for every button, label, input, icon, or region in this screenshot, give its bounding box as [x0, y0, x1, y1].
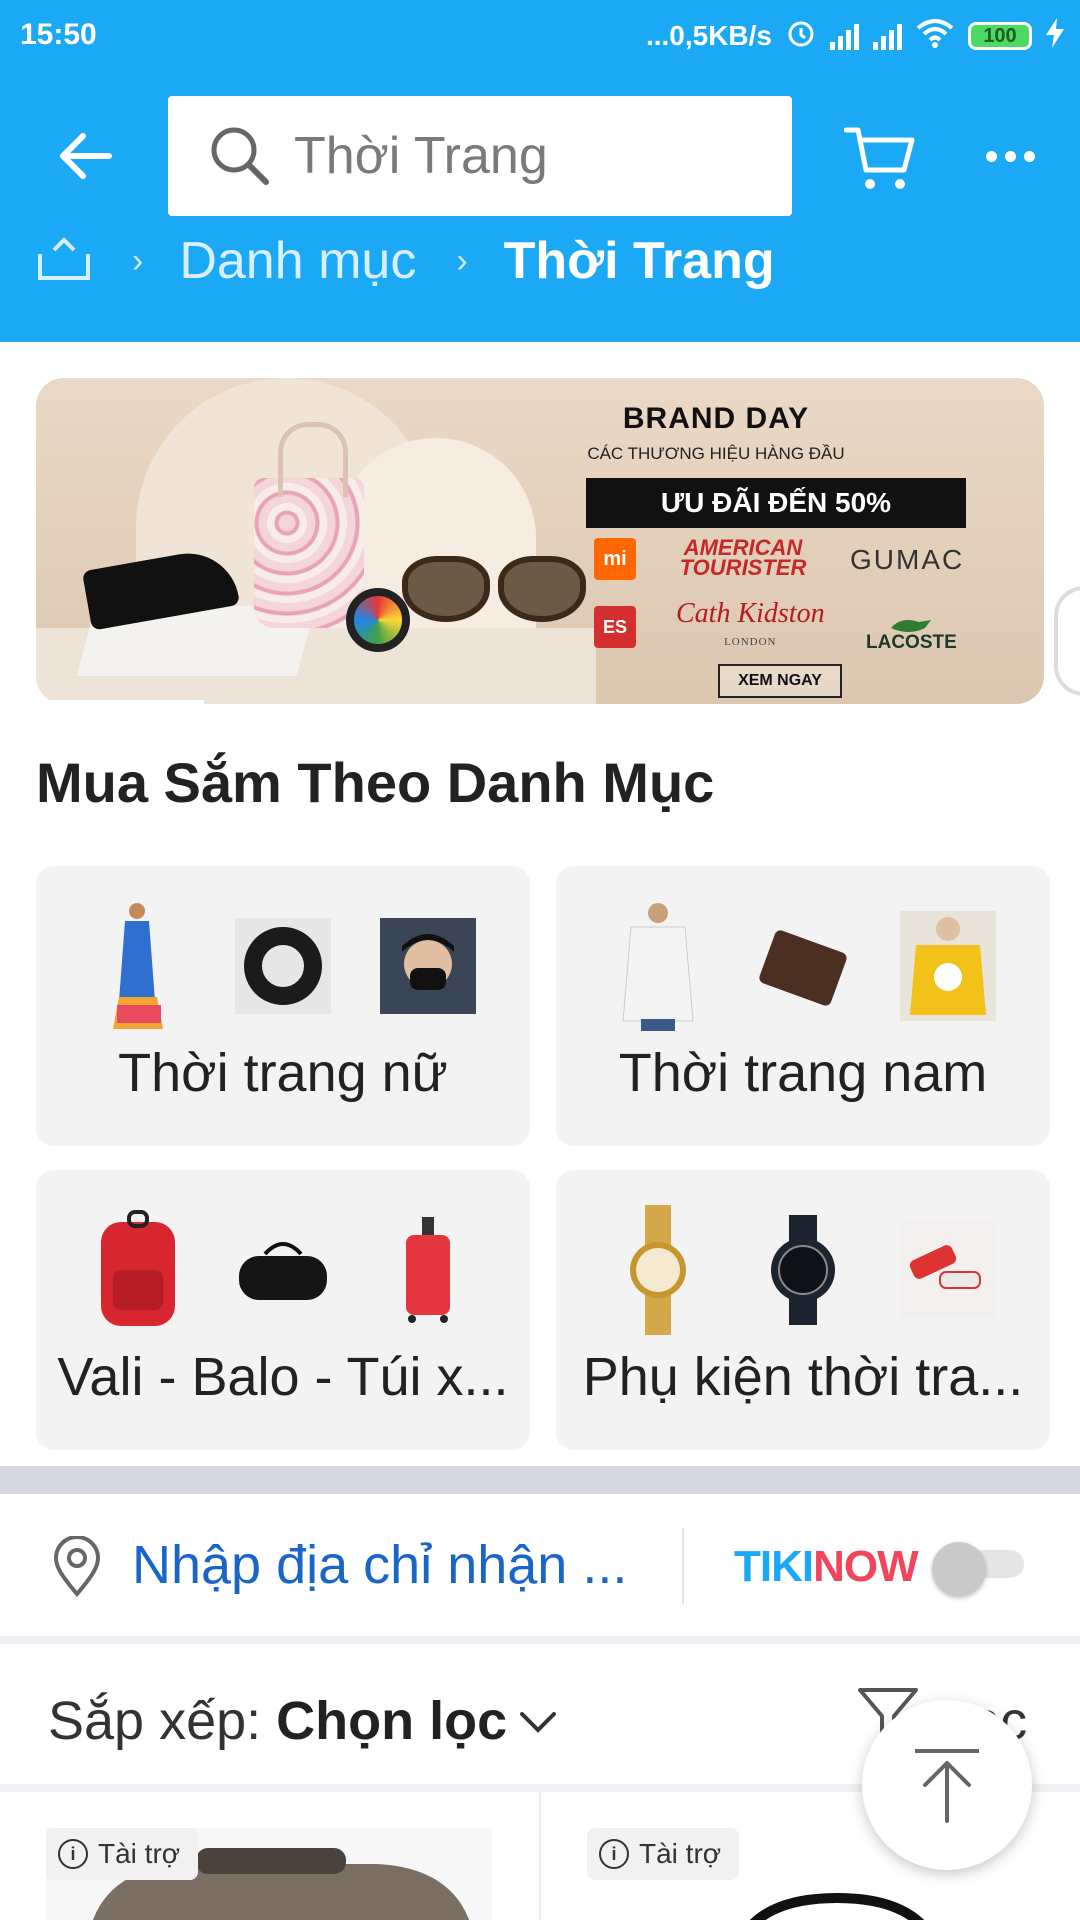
info-icon: i — [58, 1839, 88, 1869]
man-mask-image — [379, 911, 476, 1021]
search-bar[interactable] — [168, 96, 792, 216]
tikinow-toggle[interactable] — [932, 1542, 1028, 1596]
brand-logo-es: ES — [594, 606, 636, 648]
search-input[interactable] — [294, 126, 754, 186]
net-speed: ...0,5KB/s — [645, 20, 772, 51]
category-label: Thời trang nam — [618, 1043, 988, 1103]
more-dot — [985, 150, 997, 162]
arrow-up-icon — [915, 1749, 979, 1823]
banner-deal: ƯU ĐÃI ĐẾN 50% — [586, 478, 966, 528]
tikinow-logo: TIKINOW — [734, 1542, 919, 1591]
category-thumbnails — [556, 1200, 1050, 1340]
chevron-right-icon: › — [456, 241, 468, 280]
suitcase-image — [380, 1215, 476, 1325]
chevron-down-icon[interactable] — [518, 1708, 558, 1738]
breadcrumb: › Danh mục › Thời Trang — [36, 226, 775, 296]
status-bar: 15:50 ...0,5KB/s 100 — [0, 0, 1080, 76]
promo-banner[interactable]: BRAND DAY CÁC THƯƠNG HIỆU HÀNG ĐẦU ƯU ĐÃ… — [36, 378, 1044, 704]
gold-watch-image — [610, 1205, 706, 1335]
section-divider — [0, 1636, 1080, 1644]
tote-bag-image — [254, 422, 364, 628]
category-section-title: Mua Sắm Theo Danh Mục — [36, 751, 715, 814]
alarm-icon — [786, 18, 816, 55]
search-icon — [208, 124, 272, 188]
vertical-divider — [682, 1528, 684, 1604]
sponsored-badge: i Tài trợ — [587, 1828, 740, 1880]
address-input-prompt[interactable]: Nhập địa chỉ nhận ... — [132, 1534, 632, 1596]
brand-logo-cath-kidston: Cath Kidston LONDON — [676, 598, 825, 649]
category-card-women[interactable]: Thời trang nữ — [36, 866, 530, 1146]
category-label: Vali - Balo - Túi x... — [57, 1347, 509, 1407]
battery-icon: 100 — [968, 22, 1032, 50]
brand-logo-lacoste: LACOSTE — [866, 616, 957, 654]
sponsored-badge: i Tài trợ — [46, 1828, 199, 1880]
accessory-product-image — [899, 1215, 996, 1325]
scroll-to-top-button[interactable] — [862, 1700, 1032, 1870]
category-card-men[interactable]: Thời trang nam — [556, 866, 1050, 1146]
brand-logo-mi: mi — [594, 538, 636, 580]
status-icons: ...0,5KB/s 100 — [646, 16, 1064, 56]
watch-image — [346, 588, 410, 652]
wallet-image — [755, 911, 851, 1021]
sunglasses-image — [402, 556, 592, 626]
breadcrumb-current: Thời Trang — [503, 232, 775, 290]
brand-logo-gumac: GUMAC — [850, 544, 965, 575]
yellow-hoodie-image — [899, 911, 996, 1021]
category-thumbnails — [556, 896, 1050, 1036]
home-icon[interactable] — [36, 236, 92, 287]
more-options-button[interactable] — [980, 126, 1040, 186]
brand-logo-american-tourister: AMERICAN TOURISTER — [679, 535, 807, 580]
white-shirt-image — [610, 903, 706, 1031]
banner-subtitle: CÁC THƯƠNG HIỆU HÀNG ĐẦU — [587, 444, 845, 463]
sort-dropdown[interactable]: Sắp xếp: Chọn lọc — [48, 1690, 507, 1752]
category-card-luggage[interactable]: Vali - Balo - Túi x... — [36, 1170, 530, 1450]
product-card[interactable]: i Tài trợ — [0, 1792, 539, 1920]
status-time: 15:50 — [20, 18, 97, 51]
signal-icon — [873, 22, 902, 50]
next-banner-peek — [1054, 586, 1080, 696]
cart-icon — [844, 127, 915, 189]
arrow-left-icon — [60, 133, 112, 179]
category-thumbnails — [36, 1200, 530, 1340]
category-thumbnails — [36, 896, 530, 1036]
scrunchie-image — [234, 911, 331, 1021]
banner-title: BRAND DAY — [622, 402, 810, 435]
section-divider — [0, 1466, 1080, 1494]
toggle-knob — [932, 1542, 986, 1596]
sport-watch-image — [755, 1215, 851, 1325]
back-button[interactable] — [50, 126, 120, 186]
dress-image — [90, 903, 186, 1029]
signal-icon — [830, 22, 859, 50]
category-card-accessories[interactable]: Phụ kiện thời tra... — [556, 1170, 1050, 1450]
location-pin-icon — [50, 1535, 104, 1598]
app-header: 15:50 ...0,5KB/s 100 Thời Trang › Danh m… — [0, 0, 1080, 342]
chevron-right-icon: › — [132, 241, 144, 280]
more-dot — [1023, 150, 1035, 162]
banner-cta-button[interactable]: XEM NGAY — [718, 664, 842, 698]
category-label: Phụ kiện thời tra... — [582, 1347, 1024, 1407]
banner-page-indicator — [36, 700, 204, 704]
backpack-image — [90, 1210, 186, 1326]
delivery-address-bar: Nhập địa chỉ nhận ... TIKINOW — [0, 1494, 1080, 1640]
info-icon: i — [599, 1839, 629, 1869]
cart-button[interactable] — [840, 118, 920, 198]
duffel-bag-image — [235, 1215, 331, 1325]
wifi-icon — [916, 18, 954, 55]
charging-icon — [1046, 17, 1064, 55]
breadcrumb-category[interactable]: Danh mục — [179, 231, 416, 291]
more-dot — [1004, 150, 1016, 162]
category-label: Thời trang nữ — [118, 1043, 448, 1103]
